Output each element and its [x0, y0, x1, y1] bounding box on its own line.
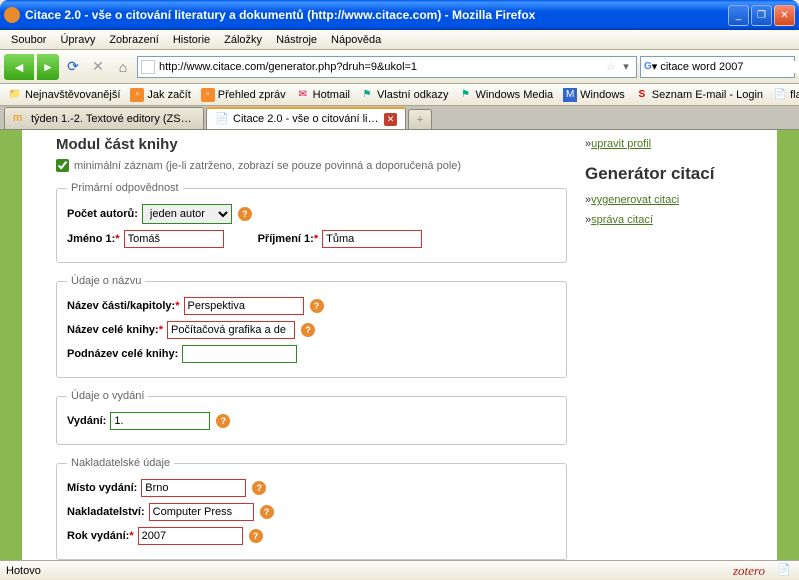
firstname-input[interactable]: [124, 230, 224, 248]
help-place[interactable]: ?: [252, 481, 266, 495]
bookmark-seznam-email[interactable]: SSeznam E-mail - Login: [631, 87, 767, 103]
help-book-title[interactable]: ?: [301, 323, 315, 337]
legend-responsibility: Primární odpovědnost: [67, 182, 183, 194]
menu-help[interactable]: Nápověda: [324, 32, 388, 48]
minimal-record-checkbox[interactable]: [56, 159, 69, 172]
bookmark-star-icon[interactable]: ☆: [606, 60, 616, 73]
author-count-select[interactable]: jeden autor: [142, 204, 232, 224]
author-count-label: Počet autorů:: [67, 208, 138, 220]
tab-moodle[interactable]: m týden 1.-2. Textové editory (ZS1BP_DI.…: [4, 107, 204, 129]
new-tab-button[interactable]: +: [408, 109, 432, 129]
minimal-record-label: minimální záznam (je-li zatrženo, zobraz…: [74, 160, 461, 172]
status-page-icon: 📄: [777, 563, 793, 579]
legend-publisher: Nakladatelské údaje: [67, 457, 174, 469]
year-input[interactable]: [138, 527, 243, 545]
close-button[interactable]: ✕: [774, 5, 795, 26]
main-form-column: Modul část knihy minimální záznam (je-li…: [22, 130, 577, 560]
chapter-input[interactable]: [184, 297, 304, 315]
back-button[interactable]: ◄: [4, 54, 34, 80]
window-titlebar: Citace 2.0 - vše o citování literatury a…: [0, 0, 799, 30]
publisher-label: Nakladatelství:: [67, 506, 145, 518]
edition-input[interactable]: [110, 412, 210, 430]
firstname-label: Jméno 1:: [67, 233, 115, 245]
edition-label: Vydání:: [67, 415, 106, 427]
menu-bookmarks[interactable]: Záložky: [217, 32, 269, 48]
bookmark-news[interactable]: ▫Přehled zpráv: [197, 87, 290, 103]
bookmark-getting-started[interactable]: ▫Jak začít: [126, 87, 194, 103]
help-author-count[interactable]: ?: [238, 207, 252, 221]
menu-edit[interactable]: Úpravy: [53, 32, 102, 48]
reload-button[interactable]: ⟳: [62, 56, 84, 78]
google-icon[interactable]: G: [644, 60, 652, 74]
tab-favicon-moodle: m: [13, 112, 27, 126]
help-edition[interactable]: ?: [216, 414, 230, 428]
lastname-label: Příjmení 1:: [258, 233, 314, 245]
search-engine-dropdown[interactable]: ▾: [652, 60, 658, 73]
status-text: Hotovo: [6, 565, 733, 577]
year-label: Rok vydání:: [67, 530, 129, 542]
place-label: Místo vydání:: [67, 482, 137, 494]
search-input[interactable]: [660, 61, 799, 73]
url-input[interactable]: [159, 61, 603, 73]
bookmark-flash-help[interactable]: 📄flash.help: Úvod: [769, 87, 799, 103]
fieldset-edition: Údaje o vydání Vydání: ?: [56, 390, 567, 445]
bookmark-windows[interactable]: MWindows: [559, 87, 629, 103]
help-chapter[interactable]: ?: [310, 299, 324, 313]
status-bar: Hotovo zotero 📄: [0, 560, 799, 580]
fieldset-publisher: Nakladatelské údaje Místo vydání: ? Nakl…: [56, 457, 567, 560]
fieldset-title: Údaje o názvu Název části/kapitoly:* ? N…: [56, 275, 567, 378]
minimize-button[interactable]: _: [728, 5, 749, 26]
search-bar[interactable]: G ▾ 🔍: [640, 56, 795, 78]
bookmark-most-visited[interactable]: 📁Nejnavštěvovanější: [4, 87, 124, 103]
forward-button[interactable]: ►: [37, 54, 59, 80]
legend-edition: Údaje o vydání: [67, 390, 148, 402]
book-title-label: Název celé knihy:: [67, 324, 159, 336]
menu-tools[interactable]: Nástroje: [269, 32, 324, 48]
subtitle-label: Podnázev celé knihy:: [67, 348, 178, 360]
sidebar-generator-title: Generátor citací: [585, 164, 765, 184]
page-content: Modul část knihy minimální záznam (je-li…: [0, 130, 799, 560]
menu-bar: Soubor Úpravy Zobrazení Historie Záložky…: [0, 30, 799, 50]
navigation-toolbar: ◄ ► ⟳ ✕ ⌂ ☆ ▾ G ▾ 🔍: [0, 50, 799, 84]
tab-close-button[interactable]: ✕: [384, 113, 397, 126]
module-title: Modul část knihy: [56, 136, 567, 153]
home-button[interactable]: ⌂: [112, 56, 134, 78]
bookmark-hotmail[interactable]: ✉Hotmail: [292, 87, 354, 103]
tab-favicon-citace: 📄: [215, 112, 229, 126]
sidebar-column: upravit profil Generátor citací vygenero…: [577, 130, 777, 560]
menu-view[interactable]: Zobrazení: [102, 32, 166, 48]
site-favicon: [141, 60, 155, 74]
link-generate-citation[interactable]: vygenerovat citaci: [585, 194, 765, 206]
legend-title: Údaje o názvu: [67, 275, 145, 287]
tab-bar: m týden 1.-2. Textové editory (ZS1BP_DI.…: [0, 106, 799, 130]
menu-history[interactable]: Historie: [166, 32, 217, 48]
help-year[interactable]: ?: [249, 529, 263, 543]
firefox-icon: [4, 7, 20, 23]
bookmark-custom-links[interactable]: ⚑Vlastní odkazy: [356, 87, 453, 103]
tab-citace[interactable]: 📄 Citace 2.0 - vše o citování literat...…: [206, 107, 406, 129]
url-bar[interactable]: ☆ ▾: [137, 56, 637, 78]
chapter-label: Název části/kapitoly:: [67, 300, 175, 312]
lastname-input[interactable]: [322, 230, 422, 248]
menu-file[interactable]: Soubor: [4, 32, 53, 48]
fieldset-responsibility: Primární odpovědnost Počet autorů: jeden…: [56, 182, 567, 263]
link-manage-citations[interactable]: správa citací: [585, 214, 765, 226]
bookmarks-toolbar: 📁Nejnavštěvovanější ▫Jak začít ▫Přehled …: [0, 84, 799, 106]
stop-button[interactable]: ✕: [87, 56, 109, 78]
book-title-input[interactable]: [167, 321, 295, 339]
help-publisher[interactable]: ?: [260, 505, 274, 519]
link-edit-profile[interactable]: upravit profil: [585, 138, 765, 150]
place-input[interactable]: [141, 479, 246, 497]
maximize-button[interactable]: ❐: [751, 5, 772, 26]
zotero-label[interactable]: zotero: [733, 563, 765, 579]
publisher-input[interactable]: [149, 503, 254, 521]
url-dropdown-icon[interactable]: ▾: [619, 60, 633, 73]
window-title: Citace 2.0 - vše o citování literatury a…: [25, 8, 728, 22]
subtitle-input[interactable]: [182, 345, 297, 363]
bookmark-windows-media[interactable]: ⚑Windows Media: [455, 87, 558, 103]
